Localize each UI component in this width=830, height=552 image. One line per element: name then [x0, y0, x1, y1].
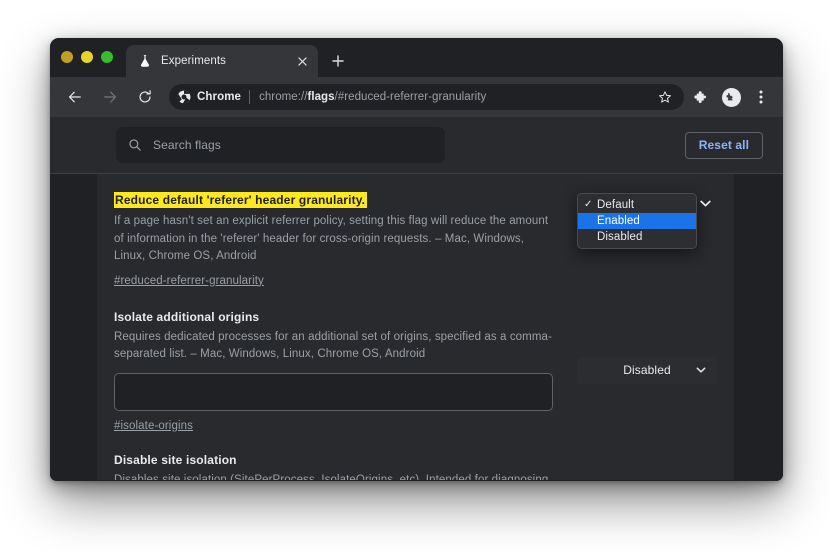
bookmark-star-icon[interactable] [656, 88, 674, 106]
tab-title: Experiments [161, 55, 227, 67]
page-viewport: Search flags Reset all Reduce default 'r… [50, 117, 783, 481]
experiment-control: ✓ Default ✓ Enabled Disabled [577, 191, 717, 249]
checkmark-icon: ✓ [584, 199, 593, 210]
address-bar[interactable]: Chrome chrome://flags/#reduced-referrer-… [169, 84, 684, 110]
three-dot-menu-icon[interactable] [748, 84, 774, 110]
search-icon [128, 138, 142, 152]
experiment-title: Isolate additional origins [114, 309, 260, 324]
address-bar-url: chrome://flags/#reduced-referrer-granula… [259, 91, 649, 103]
url-bold-segment: flags [307, 91, 335, 103]
search-placeholder: Search flags [153, 138, 221, 152]
browser-tab-experiments[interactable]: Experiments [126, 45, 318, 77]
flags-page-header: Search flags Reset all [50, 117, 783, 174]
chrome-security-badge: Chrome [177, 90, 241, 104]
dropdown-option-label: Disabled [597, 231, 643, 243]
experiment-description: Requires dedicated processes for an addi… [114, 330, 552, 361]
chrome-badge-label: Chrome [197, 91, 242, 103]
chrome-logo-icon [177, 90, 191, 104]
back-arrow-icon[interactable] [61, 83, 89, 111]
experiments-list: Reduce default 'referer' header granular… [97, 174, 734, 480]
chevron-down-icon [696, 367, 706, 373]
experiment-permalink[interactable]: #isolate-origins [114, 420, 193, 432]
experiment-row: Disable site isolation Disables site iso… [97, 452, 734, 481]
omnibox-divider [249, 90, 251, 104]
origins-text-input[interactable] [114, 372, 553, 411]
experiment-select[interactable]: Disabled [577, 356, 717, 384]
browser-window: Experiments Chrome chrome://flags/#reduc… [50, 38, 783, 481]
flask-icon [137, 54, 152, 69]
experiment-description: If a page hasn't set an explicit referre… [114, 215, 549, 262]
reset-all-button[interactable]: Reset all [684, 131, 764, 159]
window-maximize-button[interactable] [101, 50, 113, 63]
experiment-info: Reduce default 'referer' header granular… [114, 191, 553, 289]
dropdown-option-label: Default [597, 199, 635, 211]
window-traffic-lights [61, 38, 126, 77]
experiment-info: Disable site isolation Disables site iso… [114, 452, 553, 481]
experiment-row: Isolate additional origins Requires dedi… [97, 309, 734, 434]
search-input[interactable]: Search flags [116, 127, 445, 163]
right-gutter [734, 174, 783, 480]
experiment-control: Disabled [577, 309, 717, 384]
reload-icon[interactable] [131, 83, 159, 111]
avatar [721, 87, 741, 107]
url-prefix: chrome:// [259, 91, 308, 103]
experiment-permalink[interactable]: #reduced-referrer-granularity [114, 275, 264, 287]
tab-strip: Experiments [50, 38, 783, 77]
checkmark-placeholder: ✓ [584, 215, 593, 226]
flags-body: Reduce default 'referer' header granular… [50, 174, 783, 480]
experiment-description: Disables site isolation (SitePerProcess,… [114, 473, 549, 481]
profile-avatar-icon[interactable] [718, 84, 744, 110]
close-icon[interactable] [294, 53, 310, 69]
experiment-control: Default [577, 452, 717, 481]
experiment-title-wrap: Reduce default 'referer' header granular… [114, 191, 553, 209]
forward-arrow-icon[interactable] [96, 83, 124, 111]
dropdown-option-label: Enabled [597, 215, 640, 227]
plus-icon[interactable] [324, 47, 352, 75]
window-close-button[interactable] [61, 50, 73, 63]
chevron-down-icon[interactable] [700, 200, 711, 207]
left-gutter [50, 174, 97, 480]
experiment-title: Disable site isolation [114, 452, 237, 467]
dropdown-option-enabled[interactable]: ✓ Enabled [578, 213, 696, 229]
url-suffix: /#reduced-referrer-granularity [334, 91, 487, 103]
dropdown-options-popup: ✓ Default ✓ Enabled Disabled [577, 193, 697, 249]
browser-toolbar: Chrome chrome://flags/#reduced-referrer-… [50, 77, 783, 117]
screenshot-stage: Experiments Chrome chrome://flags/#reduc… [0, 0, 830, 552]
dropdown-option-disabled[interactable]: Disabled [578, 229, 696, 245]
experiment-title: Reduce default 'referer' header granular… [114, 192, 368, 208]
experiment-info: Isolate additional origins Requires dedi… [114, 309, 553, 434]
puzzle-piece-icon[interactable] [688, 84, 714, 110]
dropdown-option-default[interactable]: ✓ Default [578, 197, 696, 213]
select-value: Disabled [623, 363, 671, 377]
window-minimize-button[interactable] [81, 50, 93, 63]
experiment-row: Reduce default 'referer' header granular… [97, 191, 734, 289]
